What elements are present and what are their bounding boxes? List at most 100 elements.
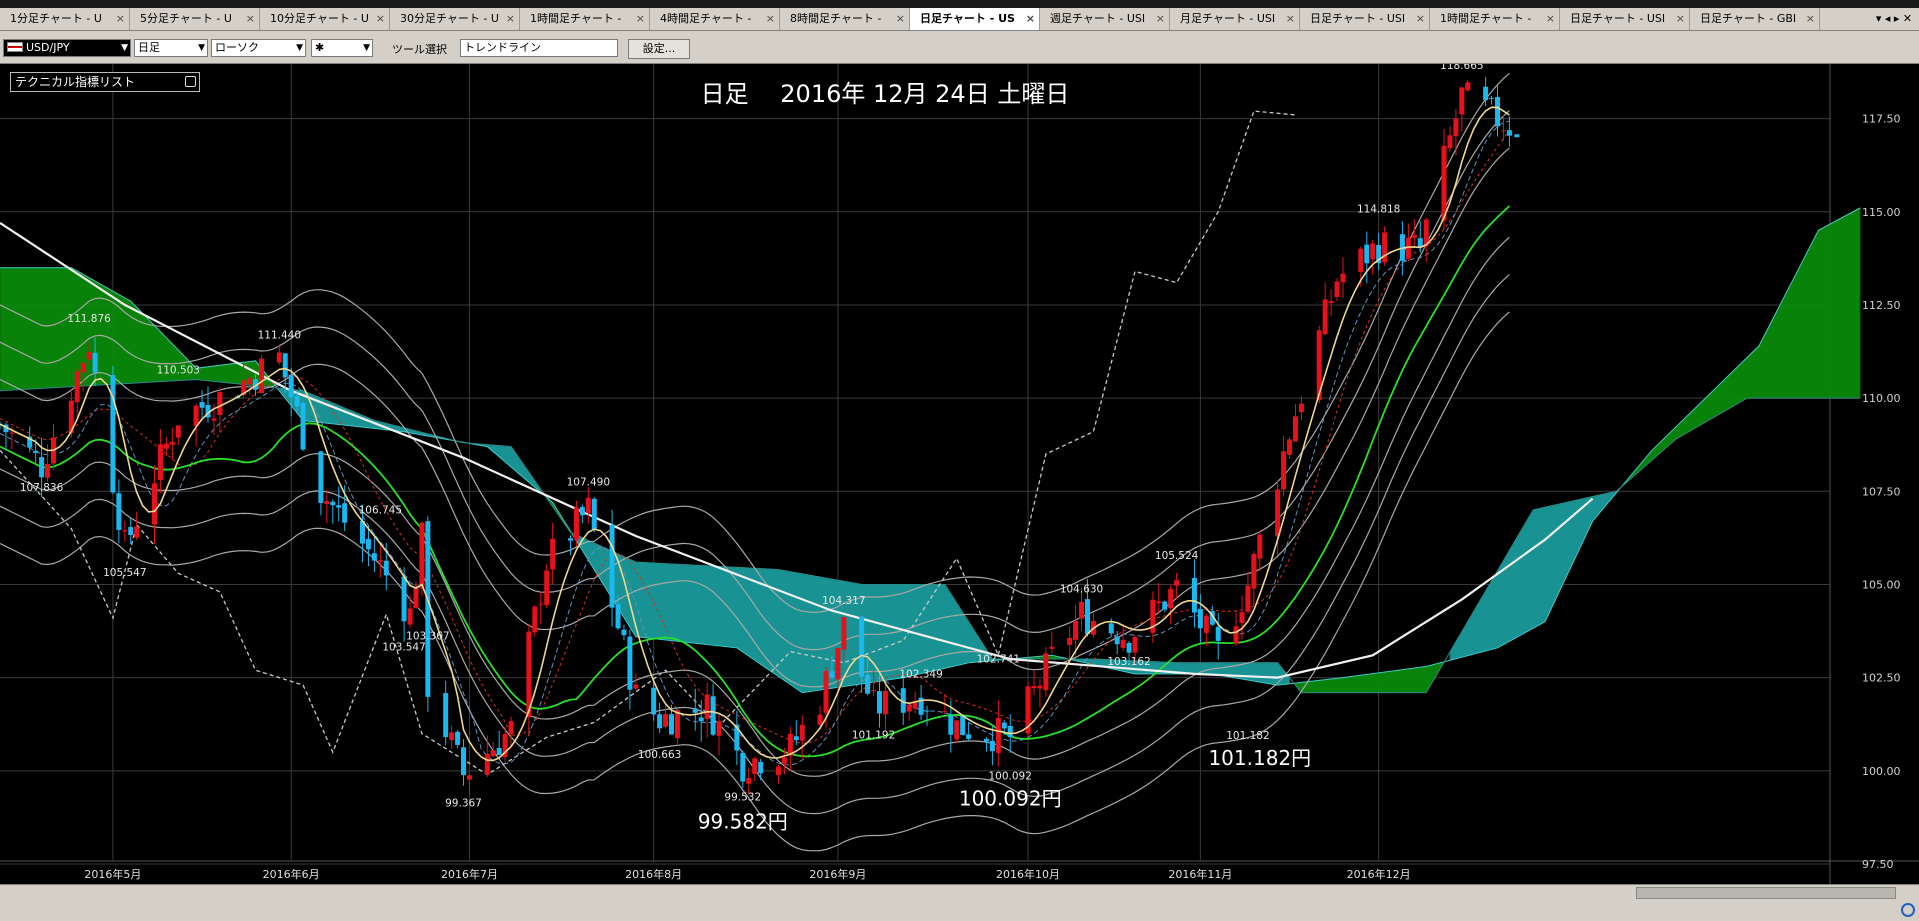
candlestick-chart[interactable]: 97.50 100.00 102.50 105.00 107.50 110.00 112.5… [0, 64, 1919, 884]
close-tab-icon[interactable]: × [506, 8, 515, 30]
bullish-candle [1459, 87, 1465, 115]
tab-navigation[interactable]: ▾ ◂ ▸ ✕ [1869, 8, 1919, 30]
bearish-candle [692, 708, 698, 713]
bearish-candle [1483, 86, 1489, 101]
bearish-candle [924, 710, 930, 712]
bullish-candle [407, 608, 413, 625]
bearish-candle [710, 696, 716, 735]
chart-tab[interactable]: 1分足チャート - U × [0, 8, 130, 30]
bullish-candle [573, 507, 579, 540]
close-tab-icon[interactable]: × [1806, 8, 1815, 30]
bullish-candle [544, 570, 550, 606]
swing-point-label: 107.836 [20, 482, 64, 494]
bullish-candle [1156, 601, 1162, 604]
chart-tab[interactable]: 1時間足チャート - × [520, 8, 650, 30]
close-tab-icon[interactable]: × [1546, 8, 1555, 30]
chart-tab[interactable]: 月足チャート - USI × [1170, 8, 1300, 30]
chart-tab[interactable]: 日足チャート - USI × [1300, 8, 1430, 30]
chart-tab[interactable]: 日足チャート - US × [910, 8, 1040, 30]
close-tab-icon[interactable]: × [376, 8, 385, 30]
swing-point-label: 104.630 [1060, 583, 1103, 595]
bullish-candle [674, 709, 680, 739]
chart-tab[interactable]: 4時間足チャート - × [650, 8, 780, 30]
bullish-candle [1292, 416, 1298, 442]
chart-tab[interactable]: 30分足チャート - U × [390, 8, 520, 30]
timeframe-select[interactable]: 日足 ▼ [134, 39, 208, 57]
swing-point-label: 105.524 [1155, 550, 1199, 562]
symbol-select[interactable]: USD/JPY ▼ [3, 39, 131, 57]
bearish-candle [948, 715, 954, 735]
line-style-select[interactable]: ✱ ▼ [311, 39, 373, 57]
x-tick-label: 2016年11月 [1168, 867, 1232, 881]
bearish-candle [1191, 577, 1197, 613]
close-tab-icon[interactable]: × [766, 8, 775, 30]
bearish-candle [455, 731, 461, 745]
chart-toolbar: USD/JPY ▼ 日足 ▼ ローソク ▼ ✱ ▼ ツール選択 トレンドライン 設定..… [0, 31, 1919, 64]
bullish-candle [1358, 248, 1364, 272]
chart-tab[interactable]: 8時間足チャート - × [780, 8, 910, 30]
bearish-candle [627, 636, 633, 690]
tab-label: 日足チャート - GBI [1700, 12, 1797, 25]
bullish-candle [752, 758, 758, 774]
bearish-candle [591, 498, 597, 530]
x-tick-label: 2016年6月 [263, 867, 320, 881]
scrollbar-thumb[interactable] [1636, 887, 1896, 899]
bullish-candle [1031, 686, 1037, 689]
bullish-candle [1168, 589, 1174, 609]
last-price-marker [1514, 134, 1520, 138]
chart-tab[interactable]: 日足チャート - USI × [1560, 8, 1690, 30]
swing-point-label: 105.547 [103, 567, 146, 579]
tab-label: 1時間足チャート - [1440, 12, 1532, 25]
bearish-candle [365, 538, 371, 550]
tab-label: 日足チャート - US [920, 12, 1015, 25]
bullish-candle [157, 444, 163, 480]
settings-button[interactable]: 設定... [628, 39, 690, 59]
bearish-candle [336, 505, 342, 508]
chart-tab[interactable]: 5分足チャート - U × [130, 8, 260, 30]
bullish-candle [1281, 451, 1287, 490]
swing-point-label: 100.092 [989, 770, 1032, 782]
swing-point-label: 118.665 [1440, 64, 1483, 72]
bearish-candle [567, 538, 573, 541]
price-annotation: 99.582円 [698, 809, 788, 833]
bullish-candle [1132, 637, 1138, 653]
indicator-list-panel[interactable]: テクニカル指標リスト [10, 72, 200, 92]
close-tab-icon[interactable]: × [1026, 8, 1035, 30]
bullish-candle [775, 766, 781, 775]
chart-tab[interactable]: 1時間足チャート - × [1430, 8, 1560, 30]
bullish-candle [1340, 273, 1346, 283]
close-tab-icon[interactable]: × [1416, 8, 1425, 30]
tool-select-field[interactable]: トレンドライン [460, 39, 618, 57]
bearish-candle [1007, 726, 1013, 738]
swing-point-label: 99.367 [445, 797, 482, 809]
horizontal-scrollbar[interactable] [0, 884, 1919, 901]
chart-tab[interactable]: 日足チャート - GBI × [1690, 8, 1820, 30]
bullish-candle [716, 721, 722, 736]
close-tab-icon[interactable]: × [1156, 8, 1165, 30]
close-tab-icon[interactable]: × [246, 8, 255, 30]
close-tab-icon[interactable]: × [636, 8, 645, 30]
bearish-candle [1114, 636, 1120, 645]
bearish-candle [1108, 623, 1114, 634]
close-tab-icon[interactable]: × [116, 8, 125, 30]
bullish-candle [1500, 130, 1506, 132]
close-tab-icon[interactable]: × [1286, 8, 1295, 30]
window-titlebar [0, 0, 1919, 8]
chart-tab-bar: 1分足チャート - U × 5分足チャート - U × 10分足チャート - U × 30分… [0, 8, 1919, 31]
close-tab-icon[interactable]: × [1676, 8, 1685, 30]
bullish-candle [1079, 601, 1085, 619]
chart-area[interactable]: 97.50 100.00 102.50 105.00 107.50 110.00 112.5… [0, 64, 1919, 896]
close-tab-icon[interactable]: × [896, 8, 905, 30]
bullish-candle [169, 441, 175, 445]
x-tick-label: 2016年5月 [84, 867, 141, 881]
swing-point-label: 111.876 [67, 313, 111, 325]
bullish-candle [1465, 82, 1471, 91]
chart-type-select[interactable]: ローソク ▼ [211, 39, 306, 57]
chart-tab[interactable]: 週足チャート - USI × [1040, 8, 1170, 30]
bearish-candle [615, 604, 621, 629]
collapse-icon[interactable] [185, 76, 196, 87]
bearish-candle [621, 629, 627, 636]
bullish-candle [663, 714, 669, 727]
chart-tab[interactable]: 10分足チャート - U × [260, 8, 390, 30]
tab-label: 日足チャート - USI [1310, 12, 1406, 25]
